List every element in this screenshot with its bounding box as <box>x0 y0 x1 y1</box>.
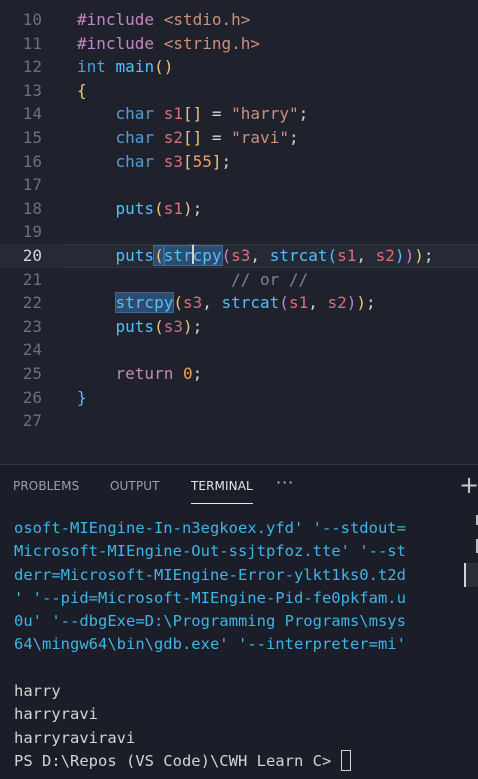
bottom-panel: PROBLEMS OUTPUT TERMINAL ··· + osoft-MIE… <box>0 464 478 779</box>
code-text: char s3[55]; <box>115 151 232 171</box>
code-line[interactable]: 25 return 0; <box>0 362 478 386</box>
line-number: 14 <box>22 104 42 124</box>
more-actions-icon[interactable]: ··· <box>276 473 294 492</box>
code-text: return 0; <box>115 364 203 383</box>
tab-problems[interactable]: PROBLEMS <box>13 479 79 493</box>
terminal-output-line: harryraviravi <box>14 728 136 747</box>
terminal-line: 0u' '--dbgExe=D:\Programming Programs\ms… <box>14 612 406 631</box>
line-number: 21 <box>22 269 42 289</box>
line-number: 22 <box>22 293 42 313</box>
terminal-line: osoft-MIEngine-In-n3egkoex.yfd' '--stdou… <box>14 519 406 537</box>
code-text: // or // <box>77 269 309 289</box>
code-text: int main() <box>77 57 174 77</box>
line-number: 23 <box>22 316 42 336</box>
code-line[interactable]: 12 int main() <box>0 55 478 79</box>
code-text: puts(s1); <box>115 198 203 218</box>
new-terminal-icon[interactable]: + <box>459 471 478 499</box>
code-text: #include <string.h> <box>77 33 261 53</box>
line-number: 10 <box>22 10 42 29</box>
terminal-line: derr=Microsoft-MIEngine-Error-ylkt1ks0.t… <box>14 565 406 584</box>
code-line[interactable]: 24 <box>0 338 478 362</box>
tab-terminal[interactable]: TERMINAL <box>191 479 253 504</box>
terminal-output-line: harryravi <box>14 705 98 724</box>
tab-output[interactable]: OUTPUT <box>110 479 160 493</box>
code-line[interactable]: 17 <box>0 173 478 197</box>
line-number: 17 <box>22 175 42 195</box>
code-text: puts(s3); <box>115 316 203 336</box>
line-number: 16 <box>22 151 42 171</box>
terminal-prompt-line[interactable]: PS D:\Repos (VS Code)\CWH Learn C> <box>14 749 454 773</box>
line-number: 12 <box>22 57 42 77</box>
code-line[interactable]: 15 char s2[] = "ravi"; <box>0 126 478 150</box>
line-number: 20 <box>22 246 42 265</box>
panel-tab-bar: PROBLEMS OUTPUT TERMINAL ··· + <box>0 465 478 509</box>
code-text: char s2[] = "ravi"; <box>115 128 299 147</box>
terminal-line: Microsoft-MIEngine-Out-ssjtpfoz.tte' '--… <box>14 542 406 561</box>
code-text: puts(strcpy(s3, strcat(s1, s2))); <box>115 245 434 266</box>
terminal-output[interactable]: osoft-MIEngine-In-n3egkoex.yfd' '--stdou… <box>14 517 454 773</box>
code-line[interactable]: 23 puts(s3); <box>0 315 478 339</box>
code-line[interactable]: 26} <box>0 386 478 410</box>
code-line[interactable]: 11 #include <string.h> <box>0 32 478 56</box>
line-number: 11 <box>22 33 42 53</box>
terminal-output-line: harry <box>14 682 61 701</box>
code-line[interactable]: 22 strcpy(s3, strcat(s1, s2)); <box>0 291 478 315</box>
code-text: char s1[] = "harry"; <box>115 104 309 124</box>
line-number: 27 <box>22 411 42 431</box>
line-number: 25 <box>22 364 42 383</box>
code-line[interactable]: 20 puts(strcpy(s3, strcat(s1, s2))); <box>0 244 478 268</box>
code-line[interactable]: 27 <box>0 409 478 433</box>
code-text: { <box>77 80 87 100</box>
line-number: 24 <box>22 340 42 360</box>
code-line[interactable]: 21 // or // <box>0 268 478 292</box>
code-line[interactable]: 19 <box>0 220 478 244</box>
code-text: } <box>77 387 87 407</box>
code-line[interactable]: 13 { <box>0 79 478 103</box>
line-number: 15 <box>22 128 42 147</box>
code-line[interactable]: 18 puts(s1); <box>0 197 478 221</box>
terminal-line: 64\mingw64\bin\gdb.exe' '--interpreter=m… <box>14 635 406 654</box>
code-line[interactable]: 16 char s3[55]; <box>0 150 478 174</box>
terminal-list-gutter[interactable] <box>464 509 478 779</box>
terminal-prompt: PS D:\Repos (VS Code)\CWH Learn C> <box>14 751 341 770</box>
line-number: 18 <box>22 198 42 218</box>
terminal-line: ' '--pid=Microsoft-MIEngine-Pid-fe0pkfam… <box>14 588 406 607</box>
code-text: #include <stdio.h> <box>77 10 251 29</box>
line-number: 26 <box>22 387 42 407</box>
code-line[interactable]: 14 char s1[] = "harry"; <box>0 102 478 126</box>
code-line[interactable]: 10 #include <stdio.h> <box>0 8 478 32</box>
terminal-cursor <box>340 749 351 771</box>
line-number: 13 <box>22 80 42 100</box>
terminal-selected-marker[interactable] <box>464 563 478 587</box>
code-editor[interactable]: 10 #include <stdio.h> 11 #include <string.h… <box>0 0 478 464</box>
line-number: 19 <box>22 222 42 242</box>
code-text: strcpy(s3, strcat(s1, s2)); <box>114 292 376 314</box>
